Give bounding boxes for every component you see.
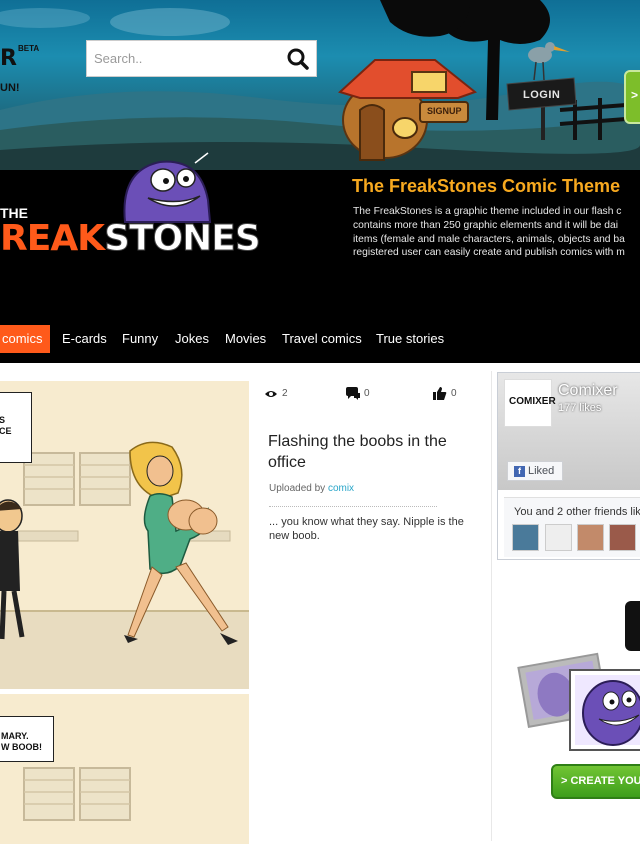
- facebook-liked-label: Liked: [528, 465, 555, 477]
- eye-icon: [265, 391, 277, 397]
- nav-item-true-stories[interactable]: True stories: [376, 325, 444, 353]
- brand-name-red: REAK: [0, 218, 105, 259]
- column-divider: [491, 371, 492, 841]
- friend-avatar[interactable]: [512, 524, 539, 551]
- speech-bubble-line: W BOOB!: [1, 742, 42, 752]
- site-header: R BETA UN! SIGNUP LOGIN > THE REAKSTONES…: [0, 0, 640, 315]
- side-arrow-button[interactable]: >: [624, 70, 640, 124]
- speech-bubble-line: S: [0, 415, 6, 425]
- views-count: 2: [282, 388, 288, 399]
- login-button[interactable]: LOGIN: [509, 81, 577, 111]
- nav-item-comics[interactable]: comics: [0, 325, 51, 353]
- theme-description-line: contains more than 250 graphic elements …: [353, 219, 619, 231]
- logo-tagline: UN!: [0, 82, 20, 94]
- speech-bubble: S CE: [0, 392, 32, 463]
- facebook-like-box: COMIXER Comixer 177 likes f Liked You and…: [497, 372, 640, 560]
- create-comic-button[interactable]: > CREATE YOU: [551, 764, 640, 799]
- post-title[interactable]: Flashing the boobs in the office: [268, 431, 468, 473]
- friend-avatar[interactable]: [577, 524, 604, 551]
- logo-mark[interactable]: R: [0, 46, 17, 71]
- category-nav: comics E-cards Funny Jokes Movies Travel…: [0, 315, 640, 363]
- friend-avatar[interactable]: [609, 524, 636, 551]
- beta-badge: BETA: [18, 44, 40, 53]
- comments-icon[interactable]: [345, 387, 361, 401]
- signup-button[interactable]: SIGNUP: [423, 104, 468, 120]
- nav-item-movies[interactable]: Movies: [225, 325, 266, 353]
- theme-description: The FreakStones is a graphic theme inclu…: [353, 205, 640, 260]
- comments-count: 0: [364, 388, 370, 399]
- brand-name-white: STONES: [104, 218, 262, 260]
- facebook-friends: You and 2 other friends lik: [504, 497, 640, 557]
- comic-illustration: [0, 381, 249, 689]
- uploaded-by-prefix: Uploaded by: [269, 483, 328, 494]
- theme-description-line: registered user can easily create and pu…: [353, 247, 625, 259]
- create-comic-promo-art: [517, 601, 640, 751]
- divider: [269, 506, 437, 507]
- facebook-liked-button[interactable]: f Liked: [507, 461, 564, 481]
- freakstones-logo: REAKSTONES: [0, 218, 262, 260]
- speech-bubble: MARY. W BOOB!: [0, 716, 54, 762]
- nav-item-travel-comics[interactable]: Travel comics: [282, 325, 362, 353]
- theme-description-line: items (female and male characters, anima…: [353, 233, 625, 245]
- uploader-link[interactable]: comix: [328, 483, 354, 494]
- nav-item-jokes[interactable]: Jokes: [175, 325, 209, 353]
- uploaded-by: Uploaded by comix: [269, 483, 354, 494]
- search-input[interactable]: [87, 41, 282, 76]
- signup-label: SIGNUP: [427, 106, 462, 116]
- search-icon[interactable]: [286, 47, 310, 71]
- facebook-friends-text: You and 2 other friends lik: [514, 506, 640, 518]
- nav-item-e-cards[interactable]: E-cards: [62, 325, 107, 353]
- speech-bubble-line: MARY.: [1, 731, 29, 741]
- nav-item-funny[interactable]: Funny: [122, 325, 158, 353]
- comic-panel-1[interactable]: S CE: [0, 381, 249, 689]
- theme-title: The FreakStones Comic Theme: [352, 176, 621, 196]
- facebook-icon: f: [514, 466, 525, 477]
- search-box: [86, 40, 317, 77]
- likes-count: 0: [451, 388, 457, 399]
- login-label: LOGIN: [523, 89, 561, 101]
- post-description: ... you know what they say. Nipple is th…: [269, 516, 464, 542]
- speech-bubble-line: CE: [0, 426, 12, 436]
- side-arrow-label: >: [631, 88, 639, 102]
- theme-description-line: The FreakStones is a graphic theme inclu…: [353, 206, 622, 217]
- facebook-avatar-text: COMIXER: [509, 396, 556, 407]
- comic-panel-2[interactable]: MARY. W BOOB!: [0, 694, 249, 844]
- thumbs-up-icon[interactable]: [432, 386, 447, 401]
- facebook-page-avatar[interactable]: COMIXER: [504, 379, 556, 427]
- facebook-page-name[interactable]: Comixer: [558, 382, 618, 400]
- friend-avatar[interactable]: [545, 524, 572, 551]
- facebook-like-count: 177 likes: [558, 402, 602, 414]
